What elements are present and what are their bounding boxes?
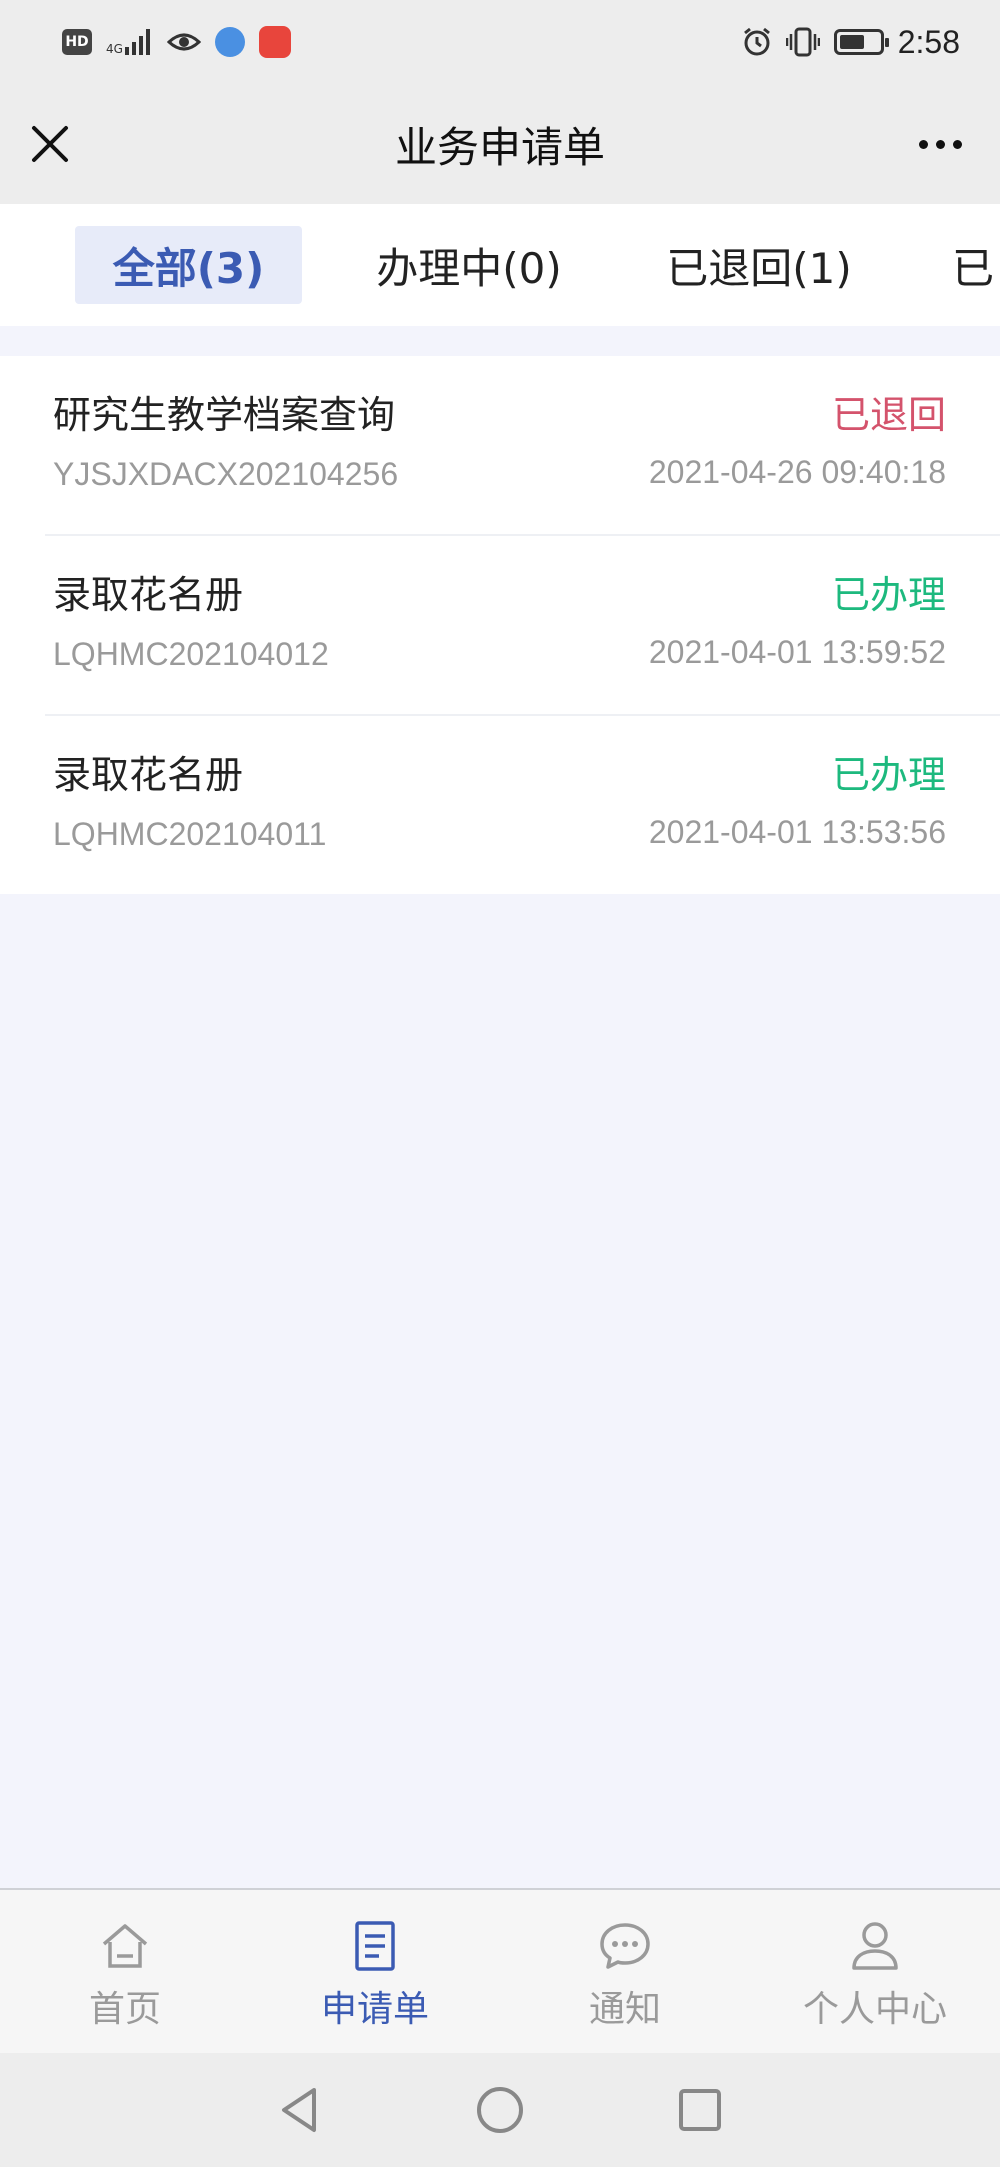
request-time: 2021-04-26 09:40:18 [648, 454, 946, 490]
battery-icon [833, 29, 889, 55]
request-item[interactable]: 录取花名册 已办理 LQHMC202104011 2021-04-01 13:5… [45, 716, 1000, 896]
status-tabs: 全部(3) 办理中(0) 已退回(1) 已 [0, 204, 1000, 326]
network-type: 4G [106, 42, 123, 56]
request-item[interactable]: 研究生教学档案查询 已退回 YJSJXDACX202104256 2021-04… [45, 356, 1000, 536]
tab-completed-partial[interactable]: 已 [952, 226, 1000, 304]
home-circle-icon[interactable] [474, 2084, 526, 2136]
nav-notifications[interactable]: 通知 [500, 1890, 750, 2053]
tab-all[interactable]: 全部(3) [75, 226, 302, 304]
request-status: 已办理 [831, 573, 946, 617]
eye-icon [166, 33, 201, 51]
nav-notifications-label: 通知 [588, 1989, 661, 2030]
request-title: 研究生教学档案查询 [53, 393, 396, 437]
more-dot [953, 140, 962, 149]
nav-home[interactable]: 首页 [0, 1890, 250, 2053]
recent-apps-icon[interactable] [674, 2084, 726, 2136]
back-triangle-icon[interactable] [274, 2084, 326, 2136]
more-dot [919, 140, 928, 149]
status-bar-left: HD 4G [62, 26, 291, 58]
request-item[interactable]: 录取花名册 已办理 LQHMC202104012 2021-04-01 13:5… [45, 536, 1000, 716]
request-code: LQHMC202104011 [53, 816, 327, 852]
hd-icon: HD [62, 29, 92, 55]
nav-requests-label: 申请单 [320, 1989, 429, 2030]
more-options-button[interactable] [919, 140, 962, 149]
request-status: 已退回 [831, 393, 946, 437]
vibrate-icon [785, 27, 820, 57]
title-bar: 业务申请单 [0, 84, 1000, 204]
document-icon [355, 1921, 395, 1971]
request-status: 已办理 [831, 753, 946, 797]
more-dot [936, 140, 945, 149]
request-list: 研究生教学档案查询 已退回 YJSJXDACX202104256 2021-04… [0, 356, 1000, 894]
nav-home-label: 首页 [88, 1989, 161, 2030]
person-icon [852, 1922, 898, 1970]
close-icon[interactable] [30, 124, 70, 164]
signal-bars-icon [124, 29, 150, 55]
home-icon [102, 1924, 148, 1968]
app-notification-icon [214, 27, 245, 57]
chat-bubble-icon [600, 1923, 650, 1969]
page-title: 业务申请单 [394, 122, 605, 172]
system-nav-bar [0, 2053, 1000, 2167]
alarm-icon [743, 27, 770, 56]
request-time: 2021-04-01 13:59:52 [648, 634, 946, 670]
request-title: 录取花名册 [53, 753, 244, 797]
request-code: YJSJXDACX202104256 [53, 456, 399, 492]
status-bar-right: 2:58 [742, 24, 960, 61]
request-time: 2021-04-01 13:53:56 [648, 814, 946, 850]
tab-returned[interactable]: 已退回(1) [652, 226, 866, 304]
huawei-app-icon [258, 26, 291, 58]
clock-time: 2:58 [897, 23, 960, 60]
status-bar: HD 4G 2:58 [0, 0, 1000, 84]
nav-profile-label: 个人中心 [802, 1989, 947, 2030]
nav-requests[interactable]: 申请单 [250, 1890, 500, 2053]
tab-processing[interactable]: 办理中(0) [362, 226, 576, 304]
nav-profile[interactable]: 个人中心 [750, 1890, 1000, 2053]
bottom-nav: 首页 申请单 通知 个人中心 [0, 1888, 1000, 2053]
request-title: 录取花名册 [53, 573, 244, 617]
signal-icon: 4G [106, 29, 153, 55]
request-code: LQHMC202104012 [53, 636, 329, 672]
